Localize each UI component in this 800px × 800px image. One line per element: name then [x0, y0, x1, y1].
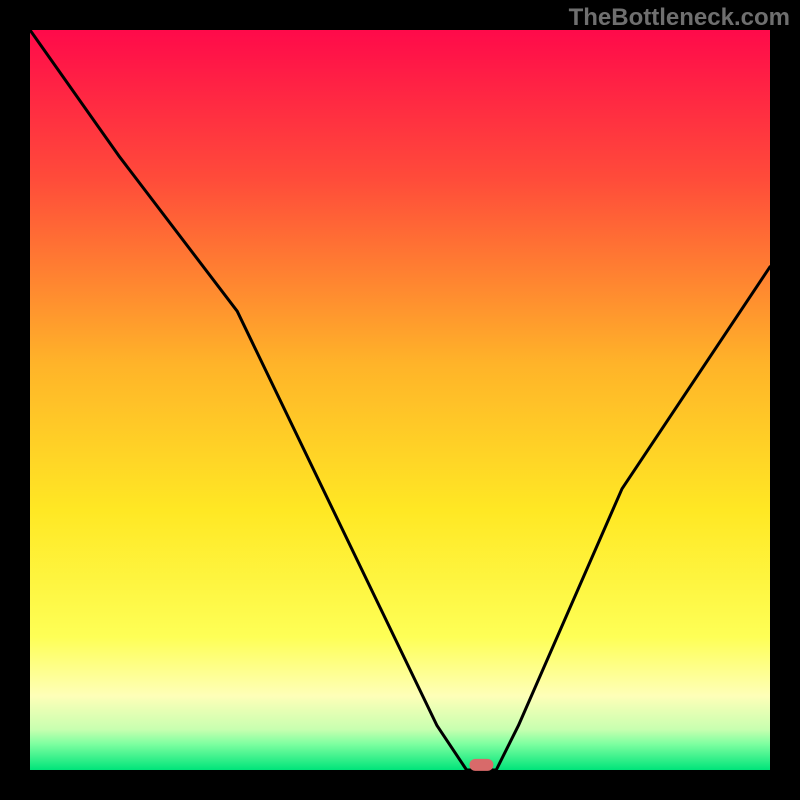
watermark-text: TheBottleneck.com: [569, 4, 790, 32]
chart-svg: [0, 0, 800, 800]
plot-background: [30, 30, 770, 770]
optimal-marker: [469, 759, 493, 771]
bottleneck-chart: TheBottleneck.com: [0, 0, 800, 800]
